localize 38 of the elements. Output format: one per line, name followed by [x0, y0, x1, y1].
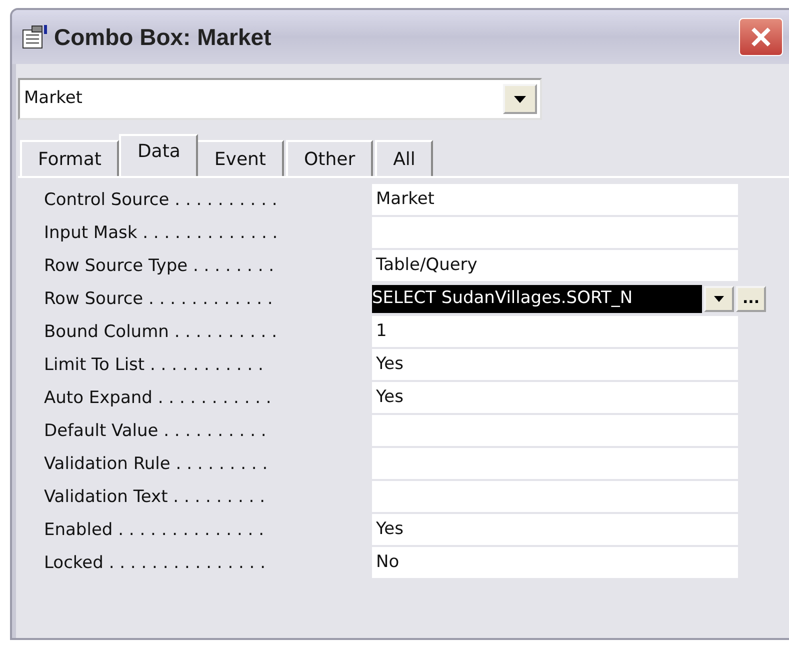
property-value-field[interactable]: 1 [372, 316, 738, 349]
property-label: Bound Column . . . . . . . . . . [44, 321, 278, 344]
property-value-field[interactable] [372, 481, 738, 514]
property-label: Row Source Type . . . . . . . . [44, 255, 276, 278]
property-value-field[interactable]: Yes [372, 349, 738, 382]
window-title: Combo Box: Market [54, 22, 272, 52]
tab[interactable]: All [375, 140, 434, 176]
builder-button[interactable]: ... [736, 286, 766, 312]
property-value-field[interactable]: Yes [372, 382, 738, 415]
property-value-field[interactable] [372, 415, 738, 448]
property-label: Limit To List . . . . . . . . . . . [44, 354, 264, 377]
tab[interactable]: Format [20, 140, 120, 176]
tab[interactable]: Event [196, 140, 284, 176]
property-label: Auto Expand . . . . . . . . . . . [44, 387, 272, 410]
property-value-field[interactable] [372, 448, 738, 481]
property-value-field[interactable]: Market [372, 184, 738, 217]
dropdown-arrow-icon [514, 96, 526, 102]
property-label: Locked . . . . . . . . . . . . . . . [44, 552, 267, 575]
property-label: Validation Rule . . . . . . . . . [44, 453, 269, 476]
property-value-field[interactable]: No [372, 547, 738, 580]
property-label: Input Mask . . . . . . . . . . . . . [44, 222, 279, 245]
properties-icon [22, 25, 48, 49]
property-label: Row Source . . . . . . . . . . . . [44, 288, 274, 311]
close-icon [750, 26, 772, 48]
property-label: Enabled . . . . . . . . . . . . . . [44, 519, 266, 542]
tab[interactable]: Data [119, 134, 198, 176]
property-value-field[interactable] [372, 217, 738, 250]
dropdown-arrow-icon [714, 296, 724, 302]
property-value-field[interactable]: SELECT SudanVillages.SORT_N [372, 284, 702, 312]
property-label: Default Value . . . . . . . . . . [44, 420, 268, 443]
object-dropdown[interactable]: Market [18, 78, 542, 120]
dropdown-button[interactable] [704, 286, 734, 312]
close-button[interactable] [739, 18, 783, 56]
property-label: Validation Text . . . . . . . . . [44, 486, 266, 509]
property-value-field[interactable]: Table/Query [372, 250, 738, 283]
tab[interactable]: Other [286, 140, 374, 176]
property-value-field[interactable]: Yes [372, 514, 738, 547]
property-label: Control Source . . . . . . . . . . [44, 189, 278, 212]
